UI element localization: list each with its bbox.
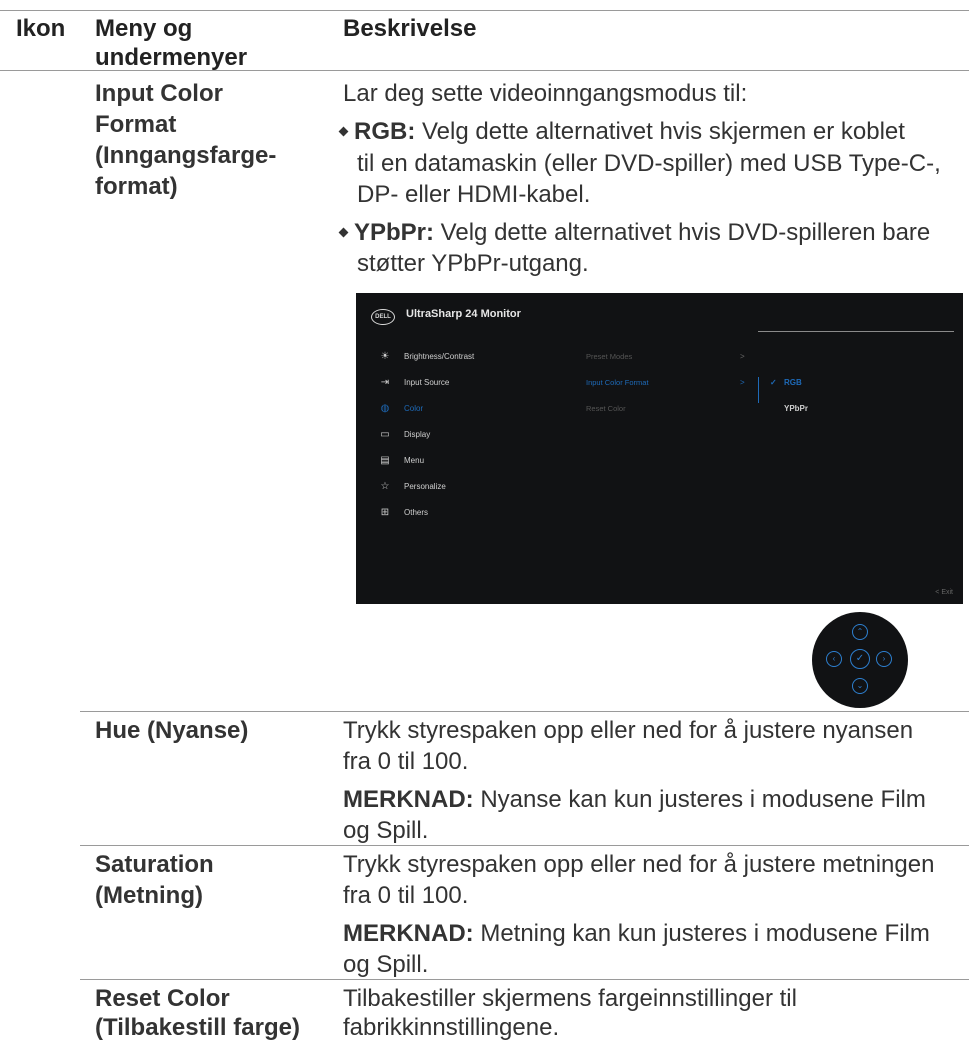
check-icon: ✓ — [770, 378, 777, 387]
ypbpr-bullet: YPbPr: Velg dette alternativet hvis DVD-… — [338, 217, 930, 248]
saturation-menu-line2: (Metning) — [95, 882, 203, 909]
menu-icon: ▤ — [380, 455, 390, 466]
saturation-menu-line1: Saturation — [95, 851, 214, 878]
input-color-menu-line4: format) — [95, 173, 178, 200]
input-color-menu-line1: Input Color — [95, 80, 223, 107]
table-top-rule — [0, 10, 969, 11]
input-icon: ⇥ — [380, 377, 390, 388]
input-color-menu-line2: Format — [95, 111, 177, 138]
osd-sub-preset-modes: Preset Modes — [586, 352, 633, 361]
others-icon: ⊞ — [380, 507, 390, 518]
joystick-left-icon: ‹ — [826, 651, 842, 667]
reset-menu-line2: (Tilbakestill farge) — [95, 1014, 300, 1041]
input-color-menu-line3: (Inngangsfarge- — [95, 142, 277, 169]
rgb-line2: til en datamaskin (eller DVD-spiller) me… — [357, 150, 941, 177]
osd-menu-others: ⊞ Others — [378, 505, 428, 521]
osd-menu-display: ▭ Display — [378, 427, 430, 443]
hue-menu: Hue (Nyanse) — [95, 717, 249, 744]
osd-menu-brightness: ☀ Brightness/Contrast — [378, 349, 475, 365]
joystick-up-icon: ⌃ — [852, 624, 868, 640]
reset-menu-line1: Reset Color — [95, 985, 230, 1012]
saturation-desc-line2: fra 0 til 100. — [343, 882, 469, 909]
osd-screenshot: DELL UltraSharp 24 Monitor ☀ Brightness/C… — [356, 293, 963, 604]
sun-icon: ☀ — [380, 351, 390, 362]
osd-option-rgb: RGB — [784, 378, 802, 387]
osd-menu-input-source: ⇥ Input Source — [378, 375, 450, 391]
osd-sub-input-color-format: Input Color Format — [586, 378, 649, 387]
osd-selection-bar — [758, 377, 759, 403]
joystick-right-icon: › — [876, 651, 892, 667]
osd-exit: < Exit — [935, 589, 953, 596]
osd-menu-color: ◍ Color — [378, 401, 424, 417]
chevron-right-icon: > — [740, 378, 745, 387]
rgb-bullet: RGB: Velg dette alternativet hvis skjerm… — [338, 116, 905, 147]
hue-note-line1: MERKNAD: Nyanse kan kun justeres i modus… — [343, 786, 926, 813]
ypbpr-label: YPbPr: — [354, 219, 435, 246]
palette-icon: ◍ — [380, 403, 390, 414]
osd-sub-reset-color: Reset Color — [586, 404, 626, 413]
header-icon: Ikon — [16, 15, 66, 42]
monitor-icon: ▭ — [380, 429, 390, 440]
joystick-graphic: ⌃ ‹ ✓ › ⌄ — [812, 612, 908, 708]
chevron-right-icon: > — [740, 352, 745, 361]
hue-desc-line1: Trykk styrespaken opp eller ned for å ju… — [343, 717, 914, 744]
osd-title: UltraSharp 24 Monitor — [406, 308, 521, 320]
header-menu-line2: undermenyer — [95, 44, 248, 71]
osd-title-rule — [758, 331, 954, 332]
saturation-note-line2: og Spill. — [343, 951, 429, 978]
hue-desc-line2: fra 0 til 100. — [343, 748, 469, 775]
joystick-center-icon: ✓ — [850, 649, 870, 669]
ypbpr-line1: Velg dette alternativet hvis DVD-spiller… — [434, 219, 931, 246]
row-rule-reset — [80, 979, 969, 980]
hue-note-label: MERKNAD: — [343, 786, 474, 813]
reset-desc-line1: Tilbakestiller skjermens fargeinnstillin… — [343, 985, 797, 1012]
rgb-line3: DP- eller HDMI-kabel. — [357, 181, 591, 208]
reset-desc-line2: fabrikkinnstillingene. — [343, 1014, 560, 1041]
hue-note-line2: og Spill. — [343, 817, 429, 844]
star-icon: ☆ — [380, 481, 390, 492]
rgb-label: RGB: — [354, 118, 416, 145]
header-menu-line1: Meny og — [95, 15, 193, 42]
osd-menu-menu: ▤ Menu — [378, 453, 424, 469]
bullet-diamond-icon — [338, 227, 349, 238]
row-rule-saturation — [80, 845, 969, 846]
ypbpr-line2: støtter YPbPr-utgang. — [357, 250, 589, 277]
saturation-desc-line1: Trykk styrespaken opp eller ned for å ju… — [343, 851, 935, 878]
header-description: Beskrivelse — [343, 15, 477, 42]
bullet-diamond-icon — [338, 126, 349, 137]
saturation-note-label: MERKNAD: — [343, 920, 474, 947]
osd-option-ypbpr: YPbPr — [784, 404, 809, 413]
saturation-note-line1: MERKNAD: Metning kan kun justeres i modu… — [343, 920, 930, 947]
input-color-intro: Lar deg sette videoinngangsmodus til: — [343, 80, 748, 107]
osd-menu-personalize: ☆ Personalize — [378, 479, 446, 495]
dell-logo-icon: DELL — [371, 309, 395, 325]
joystick-down-icon: ⌄ — [852, 678, 868, 694]
rgb-line1: Velg dette alternativet hvis skjermen er… — [415, 118, 905, 145]
row-rule-hue — [80, 711, 969, 712]
